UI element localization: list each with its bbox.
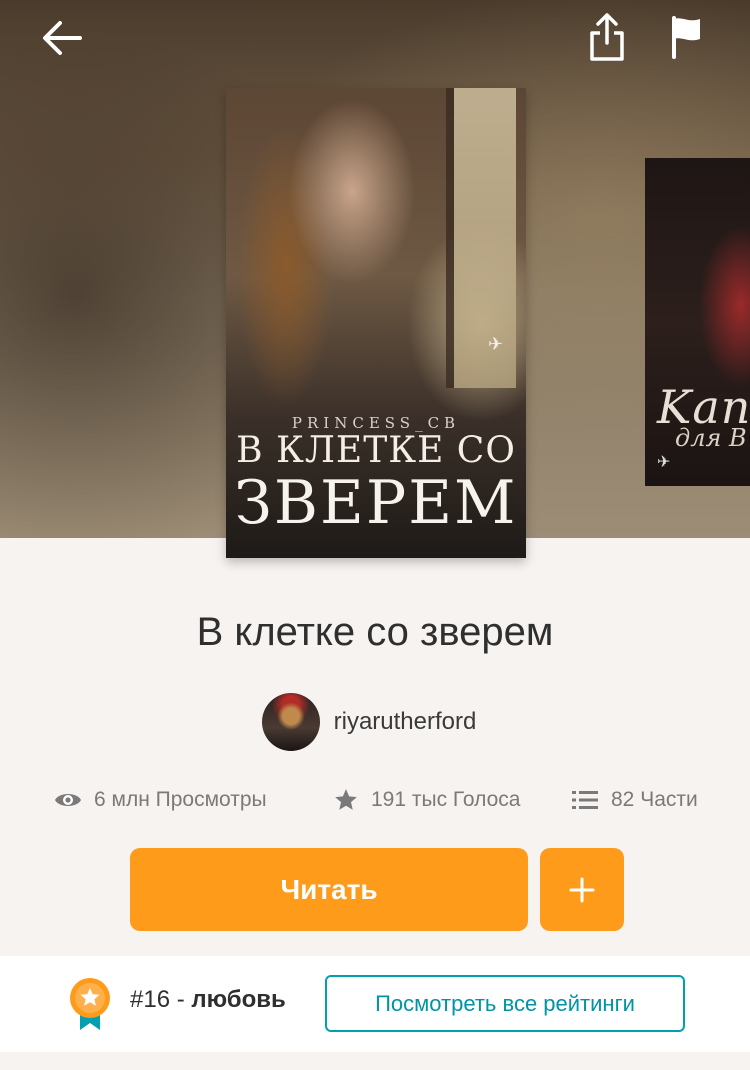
author-name[interactable]: riyarutherford	[334, 708, 477, 736]
star-icon	[335, 789, 357, 810]
votes-stat: 191 тыс Голоса	[333, 782, 520, 818]
cover-title-line2: ЗВЕРЕМ	[234, 468, 518, 538]
story-stats: 6 млн Просмотры 191 тыс Голоса 82 Части	[0, 782, 750, 818]
views-stat: 6 млн Просмотры	[54, 782, 267, 818]
plus-icon	[569, 877, 595, 902]
rank-separator: -	[170, 986, 192, 1013]
votes-count: 191 тыс Голоса	[371, 788, 521, 811]
publisher-mark-icon: ✈	[657, 452, 671, 471]
next-cover-subtitle: для В	[675, 424, 747, 452]
avatar[interactable]	[261, 693, 320, 751]
view-all-ratings-button[interactable]: Посмотреть все рейтинги	[325, 975, 685, 1032]
read-button[interactable]: Читать	[130, 848, 528, 931]
views-count: 6 млн Просмотры	[94, 788, 267, 811]
rank-category: любовь	[191, 986, 286, 1013]
share-button[interactable]	[580, 8, 634, 66]
rank-number: #16	[130, 986, 171, 1013]
arrow-left-icon	[43, 21, 82, 55]
flag-icon	[672, 16, 700, 59]
share-icon	[590, 13, 624, 61]
story-title: В клетке со зверем	[196, 610, 554, 654]
add-to-library-button[interactable]	[540, 848, 624, 931]
parts-count: 82 Части	[611, 788, 698, 811]
medal-icon	[70, 978, 110, 1030]
report-button[interactable]	[662, 10, 712, 64]
rank-text: #16 - любовь	[130, 986, 286, 1014]
list-icon	[572, 791, 598, 809]
parts-stat[interactable]: 82 Части	[571, 782, 698, 818]
story-cover: ✈ PRINCESS_CB В КЛЕТКЕ СО ЗВЕРЕМ	[226, 88, 526, 558]
back-button[interactable]	[34, 10, 90, 66]
eye-icon	[55, 794, 81, 806]
cover-title-line1: В КЛЕТКЕ СО	[236, 430, 516, 471]
ranking-bar: #16 - любовь Посмотреть все рейтинги	[0, 956, 750, 1052]
author-link[interactable]: riyarutherford	[0, 692, 750, 752]
publisher-mark-icon: ✈	[488, 334, 504, 355]
cover-window	[446, 88, 516, 388]
next-story-cover[interactable]: Kап для В ✈	[645, 158, 750, 486]
